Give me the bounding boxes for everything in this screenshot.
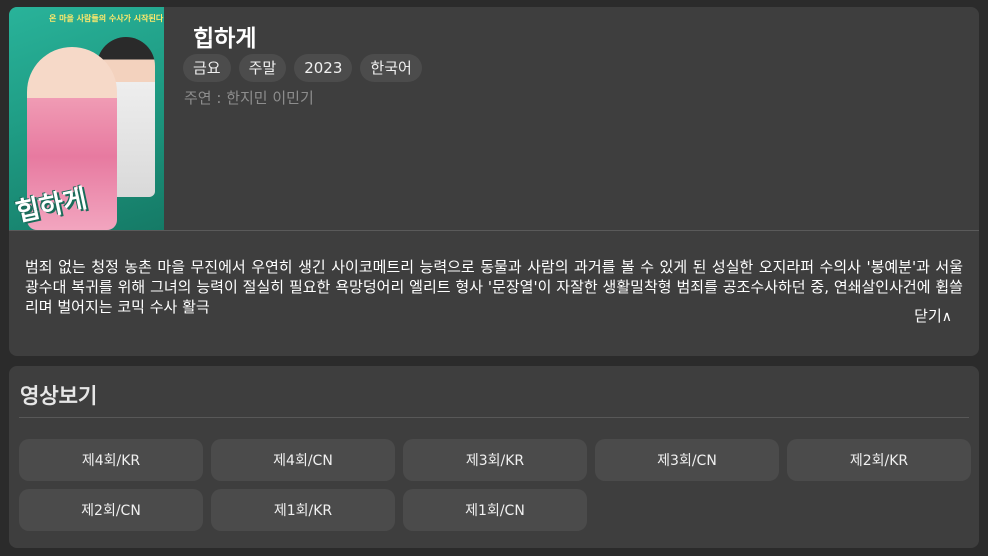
poster-image[interactable]: 온 마을 사람들의 수사가 시작된다 힙하게 (9, 7, 164, 230)
divider (9, 230, 979, 231)
chevron-up-icon: ∧ (941, 309, 952, 325)
episode-button[interactable]: 제1회/CN (403, 489, 587, 531)
divider (19, 417, 969, 418)
episode-button[interactable]: 제2회/CN (19, 489, 203, 531)
episode-button[interactable]: 제3회/KR (403, 439, 587, 481)
tag-schedule[interactable]: 주말 (238, 54, 287, 82)
drama-title: 힙하게 (193, 26, 257, 52)
episode-button[interactable]: 제4회/CN (211, 439, 395, 481)
close-synopsis-button[interactable]: 닫기∧ (914, 305, 952, 326)
tag-day[interactable]: 금요 (183, 54, 231, 82)
episode-button[interactable]: 제1회/KR (211, 489, 395, 531)
synopsis-text: 범죄 없는 청정 농촌 마을 무진에서 우연히 생긴 사이코메트리 능력으로 동… (25, 258, 963, 316)
episode-button[interactable]: 제4회/KR (19, 439, 203, 481)
close-label: 닫기 (914, 307, 942, 325)
tag-list: 금요 주말 2023 한국어 (183, 54, 422, 82)
tag-year[interactable]: 2023 (294, 54, 353, 82)
poster-tagline: 온 마을 사람들의 수사가 시작된다 (49, 14, 164, 23)
episode-section: 영상보기 제4회/KR 제4회/CN 제3회/KR 제3회/CN 제2회/KR … (9, 366, 979, 548)
drama-info-card: 온 마을 사람들의 수사가 시작된다 힙하게 힙하게 금요 주말 2023 한국… (9, 7, 979, 356)
cast-info: 주연 : 한지민 이민기 (184, 89, 314, 107)
section-title: 영상보기 (20, 384, 98, 408)
episode-grid: 제4회/KR 제4회/CN 제3회/KR 제3회/CN 제2회/KR 제2회/C… (19, 439, 971, 531)
tag-language[interactable]: 한국어 (360, 54, 422, 82)
episode-button[interactable]: 제2회/KR (787, 439, 971, 481)
episode-button[interactable]: 제3회/CN (595, 439, 779, 481)
